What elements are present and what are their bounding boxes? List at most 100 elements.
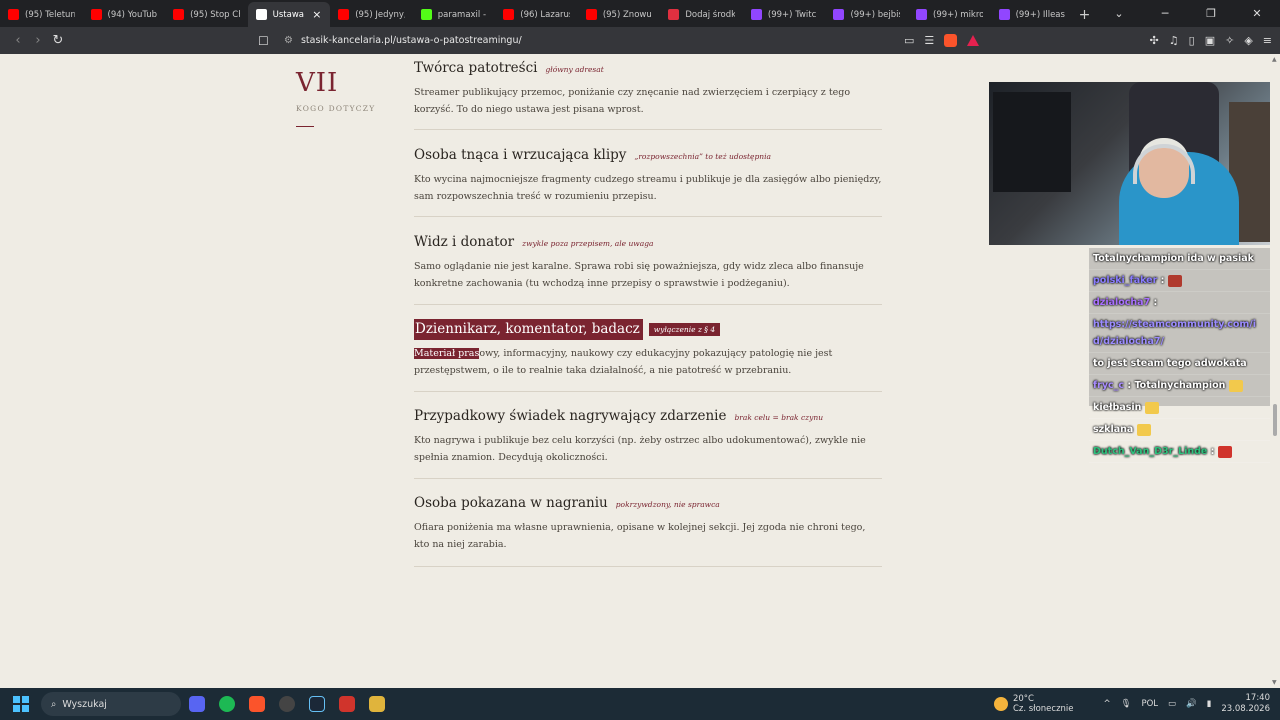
chat-message: kiełbasin bbox=[1089, 397, 1270, 419]
reader-icon[interactable]: ☰ bbox=[924, 34, 934, 47]
bookmark-icon[interactable]: ☐ bbox=[258, 34, 274, 48]
spotify-icon[interactable] bbox=[213, 690, 241, 718]
weather-widget[interactable]: 20°C Cz. słonecznie bbox=[993, 694, 1074, 714]
entry-tag: zwykle poza przepisem, ale uwaga bbox=[522, 239, 654, 248]
tab-title: (99+) mikrocyp bbox=[933, 9, 983, 20]
chat-text: https://steamcommunity.com/id/dzialocha7… bbox=[1093, 319, 1256, 347]
tab-title: (99+) bejbiss bbox=[850, 9, 900, 20]
browser-tab[interactable]: Ustawa o × bbox=[247, 2, 331, 27]
divider bbox=[414, 566, 882, 567]
back-icon[interactable]: ‹ bbox=[8, 33, 28, 48]
tab-favicon-icon bbox=[833, 9, 845, 20]
chat-emote-icon bbox=[1168, 274, 1183, 287]
app-yellow-icon[interactable] bbox=[363, 690, 391, 718]
chat-emote-icon bbox=[1218, 445, 1233, 458]
reload-icon[interactable]: ↻ bbox=[48, 33, 68, 48]
browser-tab[interactable]: (99+) bejbiss bbox=[825, 2, 908, 27]
scroll-down-icon[interactable]: ▼ bbox=[1272, 679, 1277, 686]
browser-tab[interactable]: Dodaj środki - bbox=[660, 2, 743, 27]
obs-icon[interactable] bbox=[273, 690, 301, 718]
brave-icon[interactable] bbox=[243, 690, 271, 718]
taskbar-search[interactable]: ⌕ Wyszukaj bbox=[41, 692, 181, 716]
brave-shields-icon[interactable] bbox=[944, 34, 958, 47]
clock-date: 23.08.2026 bbox=[1221, 704, 1270, 714]
tab-search-icon[interactable]: ⌄ bbox=[1096, 7, 1142, 20]
sidebar-icon[interactable]: ▯ bbox=[1189, 34, 1195, 47]
extensions-icon[interactable]: ✣ bbox=[1150, 34, 1159, 47]
tab-favicon-icon bbox=[750, 9, 762, 20]
entry-title: Twórca patotreści bbox=[414, 60, 538, 76]
close-window-icon[interactable]: ✕ bbox=[1234, 7, 1280, 20]
entry-desc: Kto nagrywa i publikuje bez celu korzyśc… bbox=[414, 435, 866, 463]
address-bar: ‹ › ↻ ☐ ⚙ stasik-kancelaria.pl/ustawa-o-… bbox=[0, 27, 1280, 54]
vpn-icon[interactable]: ◈ bbox=[1244, 34, 1252, 47]
weather-temp: 20°C bbox=[1012, 694, 1034, 704]
wallet-icon[interactable]: ▣ bbox=[1205, 34, 1215, 47]
chat-message: Dutch_Van_D3r_Linde : bbox=[1089, 441, 1270, 463]
entry-desc: Ofiara poniżenia ma własne uprawnienia, … bbox=[414, 522, 866, 550]
network-icon[interactable]: ▭ bbox=[1168, 699, 1176, 709]
tab-favicon-icon bbox=[998, 9, 1010, 20]
chat-message: https://steamcommunity.com/id/dzialocha7… bbox=[1089, 314, 1270, 353]
chat-text: : bbox=[1157, 275, 1165, 286]
tab-title: (95) Teleturnie bbox=[25, 9, 75, 20]
browser-tab[interactable]: (96) Lazarus Re bbox=[495, 2, 578, 27]
tab-strip: (95) Teleturnie (94) YouTube (95) Stop Cha… bbox=[0, 0, 1280, 27]
scrollbar-thumb[interactable] bbox=[1273, 404, 1277, 436]
webcam-monitor bbox=[993, 92, 1071, 192]
tab-title: (99+) Illeasy_ bbox=[1015, 9, 1066, 20]
browser-tab[interactable]: (99+) Illeasy_ bbox=[991, 2, 1074, 27]
entry-title: Osoba tnąca i wrzucająca klipy bbox=[414, 147, 627, 163]
battery-icon[interactable]: ▮ bbox=[1207, 699, 1212, 709]
browser-tab[interactable]: (99+) Twitch bbox=[743, 2, 826, 27]
tab-title: (95) Znowu Po bbox=[602, 9, 653, 20]
browser-tab[interactable]: (99+) mikrocyp bbox=[908, 2, 991, 27]
language-indicator[interactable]: POL bbox=[1141, 699, 1158, 709]
entry-desc: Materiał prasowy, informacyjny, naukowy … bbox=[414, 345, 882, 379]
entry-title: Dziennikarz, komentator, badacz bbox=[414, 319, 643, 340]
restore-icon[interactable]: ❐ bbox=[1188, 7, 1234, 20]
forward-icon[interactable]: › bbox=[28, 33, 48, 48]
tray-chevron-icon[interactable]: ^ bbox=[1104, 699, 1111, 709]
menu-icon[interactable]: ≡ bbox=[1263, 34, 1272, 47]
media-icon[interactable]: ♫ bbox=[1169, 34, 1179, 47]
volume-icon[interactable]: 🔊 bbox=[1186, 699, 1197, 709]
browser-tab[interactable]: paramaxil - Wa bbox=[413, 2, 496, 27]
entry-tag: główny adresat bbox=[545, 65, 604, 74]
entry-osoba: Osoba pokazana w nagraniu pokrzywdzony, n… bbox=[414, 495, 882, 553]
scroll-up-icon[interactable]: ▲ bbox=[1272, 56, 1277, 63]
chat-text: : bbox=[1207, 446, 1215, 457]
new-tab-button[interactable]: + bbox=[1073, 2, 1096, 27]
url-field[interactable]: ⚙ stasik-kancelaria.pl/ustawa-o-patostre… bbox=[284, 35, 884, 46]
section-rule bbox=[296, 126, 314, 127]
tab-favicon-icon bbox=[173, 9, 185, 20]
browser-tab[interactable]: (95) Teleturnie bbox=[0, 2, 83, 27]
start-icon[interactable] bbox=[13, 696, 29, 712]
browser-tab[interactable]: (95) Stop Chan bbox=[165, 2, 248, 27]
chat-text: szklana bbox=[1093, 424, 1134, 435]
tab-favicon-icon bbox=[338, 9, 350, 20]
entry-klipy: Osoba tnąca i wrzucająca klipy „rozpowsze… bbox=[414, 147, 882, 205]
weather-desc: Cz. słonecznie bbox=[1012, 704, 1074, 714]
cast-icon[interactable]: ▭ bbox=[904, 34, 914, 47]
mic-icon[interactable]: 🎙 bbox=[1121, 699, 1132, 709]
window-controls: ⌄ ─ ❐ ✕ bbox=[1096, 0, 1280, 27]
minimize-icon[interactable]: ─ bbox=[1142, 7, 1188, 20]
scrollbar[interactable]: ▲ ▼ bbox=[1270, 54, 1280, 688]
browser-tab[interactable]: (95) Jedyny, kt bbox=[330, 2, 413, 27]
clock[interactable]: 17:40 23.08.2026 bbox=[1221, 693, 1270, 715]
tab-title: (94) YouTube bbox=[107, 9, 158, 20]
brave-rewards-icon[interactable] bbox=[967, 35, 980, 46]
tab-title: (96) Lazarus Re bbox=[520, 9, 570, 20]
steam-icon[interactable] bbox=[303, 690, 331, 718]
site-info-icon[interactable]: ⚙ bbox=[284, 35, 293, 46]
leo-icon[interactable]: ✧ bbox=[1225, 34, 1234, 47]
tab-close-icon[interactable]: × bbox=[312, 8, 322, 21]
browser-tab[interactable]: (94) YouTube bbox=[83, 2, 166, 27]
discord-icon[interactable] bbox=[183, 690, 211, 718]
app-red-icon[interactable] bbox=[333, 690, 361, 718]
entry-title: Widz i donator bbox=[414, 234, 515, 250]
section-label: KOGO DOTYCZY bbox=[296, 104, 376, 113]
browser-tab[interactable]: (95) Znowu Po bbox=[578, 2, 661, 27]
taskbar: ⌕ Wyszukaj 20°C Cz. słonecznie ^ 🎙 POL ▭… bbox=[0, 688, 1280, 720]
